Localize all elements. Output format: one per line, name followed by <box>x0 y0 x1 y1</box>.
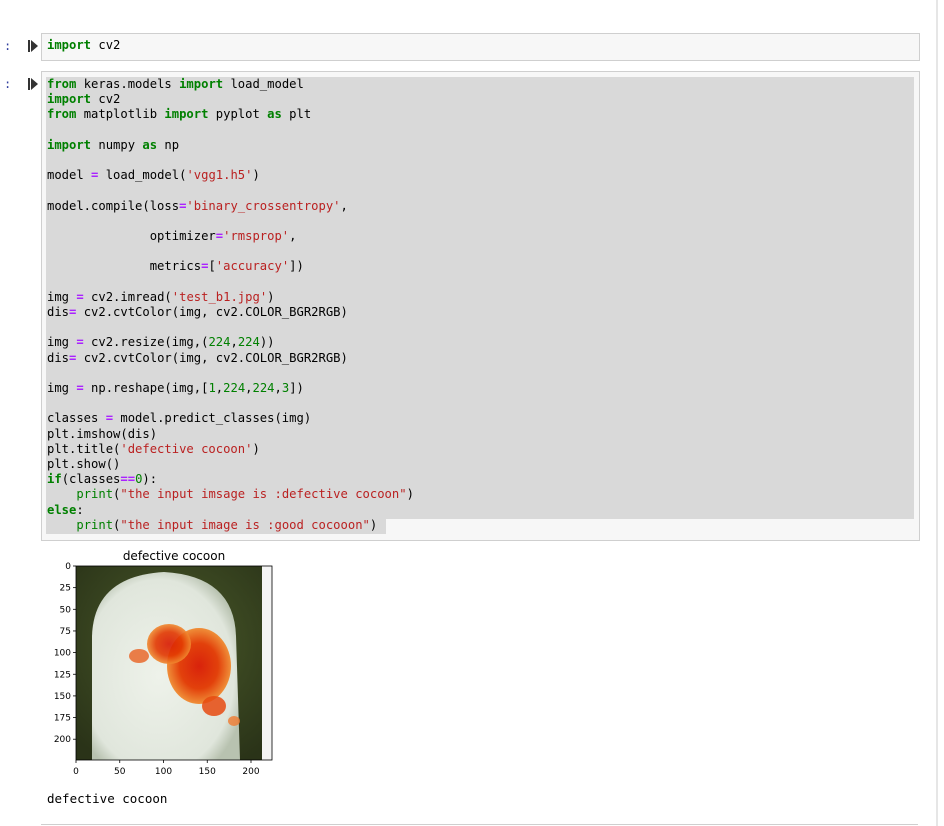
y-tick-label: 0 <box>65 562 71 572</box>
x-tick-label: 50 <box>114 767 126 777</box>
plot-title: defective cocoon <box>123 549 225 563</box>
x-tick-label: 0 <box>73 767 79 777</box>
y-tick-label: 50 <box>60 605 72 615</box>
x-tick-label: 200 <box>242 767 259 777</box>
cell-prompt: : <box>4 77 12 91</box>
run-cell-icon[interactable] <box>28 78 38 90</box>
scrollbar[interactable] <box>936 0 938 826</box>
y-tick-label: 25 <box>60 584 71 594</box>
x-tick-label: 100 <box>155 767 172 777</box>
code-cell-2-source: from keras.models import load_model impo… <box>47 77 414 532</box>
cell-prompt: : <box>4 39 12 53</box>
x-tick-label: 150 <box>199 767 216 777</box>
y-tick-label: 200 <box>54 735 71 745</box>
y-tick-label: 150 <box>54 692 71 702</box>
y-tick-label: 100 <box>54 649 71 659</box>
output-plot: defective cocoon 0255075100125150175200 … <box>54 549 273 777</box>
code-cell-1-source: import cv2 <box>47 38 121 52</box>
y-tick-label: 175 <box>54 714 71 724</box>
run-cell-icon[interactable] <box>28 40 38 52</box>
y-tick-label: 125 <box>54 670 71 680</box>
cell-divider <box>41 824 918 825</box>
code-cell-1[interactable] <box>41 33 920 61</box>
printed-output: defective cocoon <box>47 791 168 806</box>
y-tick-label: 75 <box>60 627 71 637</box>
